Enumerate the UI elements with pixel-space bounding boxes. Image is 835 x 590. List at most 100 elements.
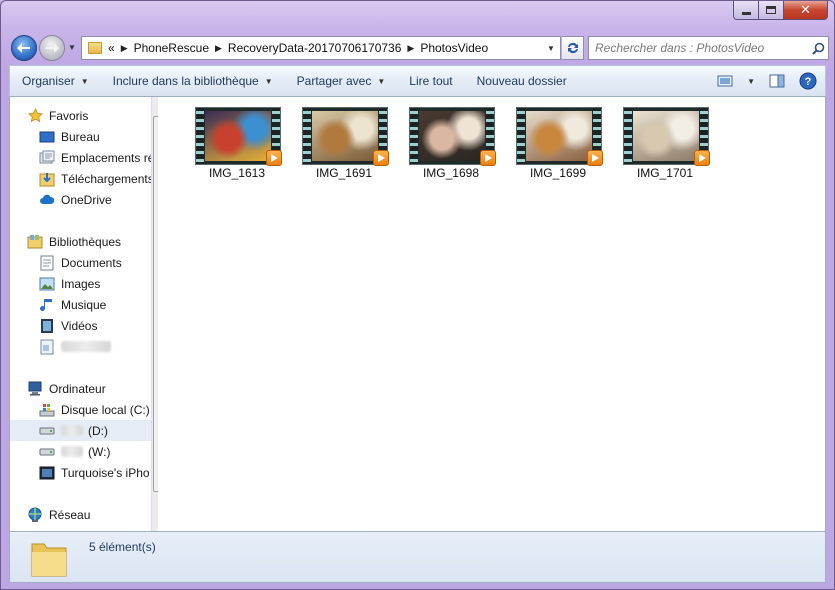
file-name: IMG_1701 bbox=[636, 166, 694, 180]
play-icon bbox=[373, 150, 389, 166]
sidebar-item-videos[interactable]: Vidéos bbox=[39, 315, 158, 336]
new-folder-button[interactable]: Nouveau dossier bbox=[465, 66, 579, 96]
sidebar-item-favorites[interactable]: Favoris bbox=[27, 105, 158, 126]
sidebar-item-bureau[interactable]: Bureau bbox=[39, 126, 158, 147]
file-item[interactable]: IMG_1699 bbox=[506, 105, 610, 185]
organize-button[interactable]: Organiser ▼ bbox=[10, 66, 101, 96]
video-thumbnail bbox=[516, 107, 603, 166]
sidebar-item-label: Réseau bbox=[49, 507, 91, 522]
sidebar-item-local-disk-c[interactable]: Disque local (C:) bbox=[39, 399, 158, 420]
breadcrumb-recoverydata[interactable]: RecoveryData-20170706170736 bbox=[228, 41, 401, 55]
sidebar-item-label: OneDrive bbox=[61, 192, 112, 207]
item-count: 5 élément(s) bbox=[89, 540, 156, 554]
scroll-down-arrow[interactable]: ▼ bbox=[152, 514, 158, 531]
refresh-icon bbox=[567, 42, 578, 54]
sidebar-item-redacted-library[interactable] bbox=[39, 336, 158, 357]
maximize-button[interactable] bbox=[759, 1, 784, 20]
caption-buttons: ✕ bbox=[733, 1, 828, 20]
sidebar-item-label: Favoris bbox=[49, 108, 89, 123]
help-button[interactable]: ? bbox=[799, 72, 817, 90]
thumbnail-image bbox=[419, 111, 485, 161]
sidebar-item-drive-d[interactable]: (D:) bbox=[10, 420, 158, 441]
film-perforation bbox=[303, 108, 311, 164]
network-globe-icon bbox=[27, 507, 43, 523]
chevron-down-icon: ▼ bbox=[377, 76, 386, 86]
share-button[interactable]: Partager avec ▼ bbox=[285, 66, 398, 96]
minimize-button[interactable] bbox=[733, 1, 759, 20]
content-area: Favoris Bureau Emplacements ré Télécharg… bbox=[9, 97, 826, 531]
navigation-scrollbar[interactable]: ▲ ▼ bbox=[151, 97, 158, 531]
sidebar-item-network[interactable]: Réseau bbox=[27, 504, 158, 525]
file-name: IMG_1699 bbox=[529, 166, 587, 180]
chevron-right-icon[interactable]: ▶ bbox=[215, 43, 222, 54]
address-history-dropdown[interactable]: ▼ bbox=[542, 37, 560, 59]
breadcrumb-phonerescue[interactable]: PhoneRescue bbox=[134, 41, 209, 55]
sidebar-item-recent-places[interactable]: Emplacements ré bbox=[39, 147, 158, 168]
search-icon[interactable] bbox=[808, 42, 828, 55]
search-input[interactable] bbox=[589, 38, 808, 58]
file-item[interactable]: IMG_1613 bbox=[185, 105, 289, 185]
file-list: IMG_1613 IMG_1691 IMG_1698 IMG_1699 IMG_1701 bbox=[168, 97, 825, 531]
view-options-dropdown[interactable]: ▼ bbox=[747, 77, 755, 86]
forward-button[interactable] bbox=[39, 35, 65, 61]
film-perforation bbox=[196, 108, 204, 164]
play-all-button[interactable]: Lire tout bbox=[397, 66, 464, 96]
close-button[interactable]: ✕ bbox=[784, 1, 828, 20]
include-library-button[interactable]: Inclure dans la bibliothèque ▼ bbox=[101, 66, 285, 96]
film-perforation bbox=[410, 108, 418, 164]
new-folder-label: Nouveau dossier bbox=[476, 74, 567, 88]
search-box[interactable] bbox=[588, 36, 829, 60]
file-item[interactable]: IMG_1691 bbox=[292, 105, 396, 185]
sidebar-item-label: Images bbox=[61, 276, 101, 291]
file-item[interactable]: IMG_1701 bbox=[613, 105, 717, 185]
chevron-right-icon[interactable]: ▶ bbox=[121, 43, 128, 54]
chevron-right-icon[interactable]: ▶ bbox=[407, 43, 414, 54]
scroll-up-arrow[interactable]: ▲ bbox=[152, 97, 158, 114]
sidebar-item-label: Turquoise's iPho bbox=[61, 465, 150, 480]
breadcrumb-photosvideo[interactable]: PhotosVideo bbox=[420, 41, 488, 55]
sidebar-item-music[interactable]: Musique bbox=[39, 294, 158, 315]
sidebar-item-documents[interactable]: Documents bbox=[39, 252, 158, 273]
play-all-label: Lire tout bbox=[409, 74, 453, 88]
sidebar-item-onedrive[interactable]: OneDrive bbox=[39, 189, 158, 210]
help-icon: ? bbox=[799, 72, 817, 90]
sidebar-item-iphone[interactable]: Turquoise's iPho bbox=[39, 462, 158, 483]
sidebar-item-computer[interactable]: Ordinateur bbox=[27, 378, 158, 399]
back-button[interactable] bbox=[11, 35, 37, 61]
sidebar-item-label: Ordinateur bbox=[49, 381, 106, 396]
file-item[interactable]: IMG_1698 bbox=[399, 105, 503, 185]
navigation-bar: ▼ « ▶ PhoneRescue ▶ RecoveryData-2017070… bbox=[9, 33, 829, 61]
sidebar-item-label: Bibliothèques bbox=[49, 234, 122, 249]
sidebar-item-label: Emplacements ré bbox=[61, 150, 155, 165]
change-view-button[interactable] bbox=[717, 74, 733, 88]
sidebar-item-images[interactable]: Images bbox=[39, 273, 158, 294]
file-name: IMG_1698 bbox=[422, 166, 480, 180]
play-icon bbox=[266, 150, 282, 166]
file-name: IMG_1691 bbox=[315, 166, 373, 180]
details-pane: 5 élément(s) bbox=[9, 531, 826, 583]
video-thumbnail bbox=[623, 107, 710, 166]
hard-drive-icon bbox=[39, 423, 55, 439]
redacted-label bbox=[61, 425, 83, 436]
scrollbar-thumb[interactable] bbox=[153, 116, 158, 492]
breadcrumb-overflow[interactable]: « bbox=[108, 41, 115, 55]
libraries-icon bbox=[27, 234, 43, 250]
sidebar-item-label: Documents bbox=[61, 255, 122, 270]
toolbar-right-group: ▼ ? bbox=[717, 66, 817, 96]
sidebar-item-label: Vidéos bbox=[61, 318, 98, 333]
sidebar-item-drive-w[interactable]: (W:) bbox=[39, 441, 158, 462]
arrow-left-icon bbox=[17, 43, 30, 53]
preview-pane-button[interactable] bbox=[769, 74, 785, 88]
recent-pages-dropdown[interactable]: ▼ bbox=[68, 43, 76, 52]
phone-device-icon bbox=[39, 465, 55, 481]
cloud-icon bbox=[39, 192, 55, 208]
sidebar-item-libraries[interactable]: Bibliothèques bbox=[27, 231, 158, 252]
computer-icon bbox=[27, 381, 43, 397]
file-name: IMG_1613 bbox=[208, 166, 266, 180]
address-bar[interactable]: « ▶ PhoneRescue ▶ RecoveryData-201707061… bbox=[81, 36, 561, 60]
refresh-button[interactable] bbox=[562, 36, 584, 60]
organize-label: Organiser bbox=[22, 74, 75, 88]
sidebar-item-downloads[interactable]: Téléchargements bbox=[39, 168, 158, 189]
pictures-icon bbox=[39, 276, 55, 292]
desktop-icon bbox=[39, 129, 55, 145]
